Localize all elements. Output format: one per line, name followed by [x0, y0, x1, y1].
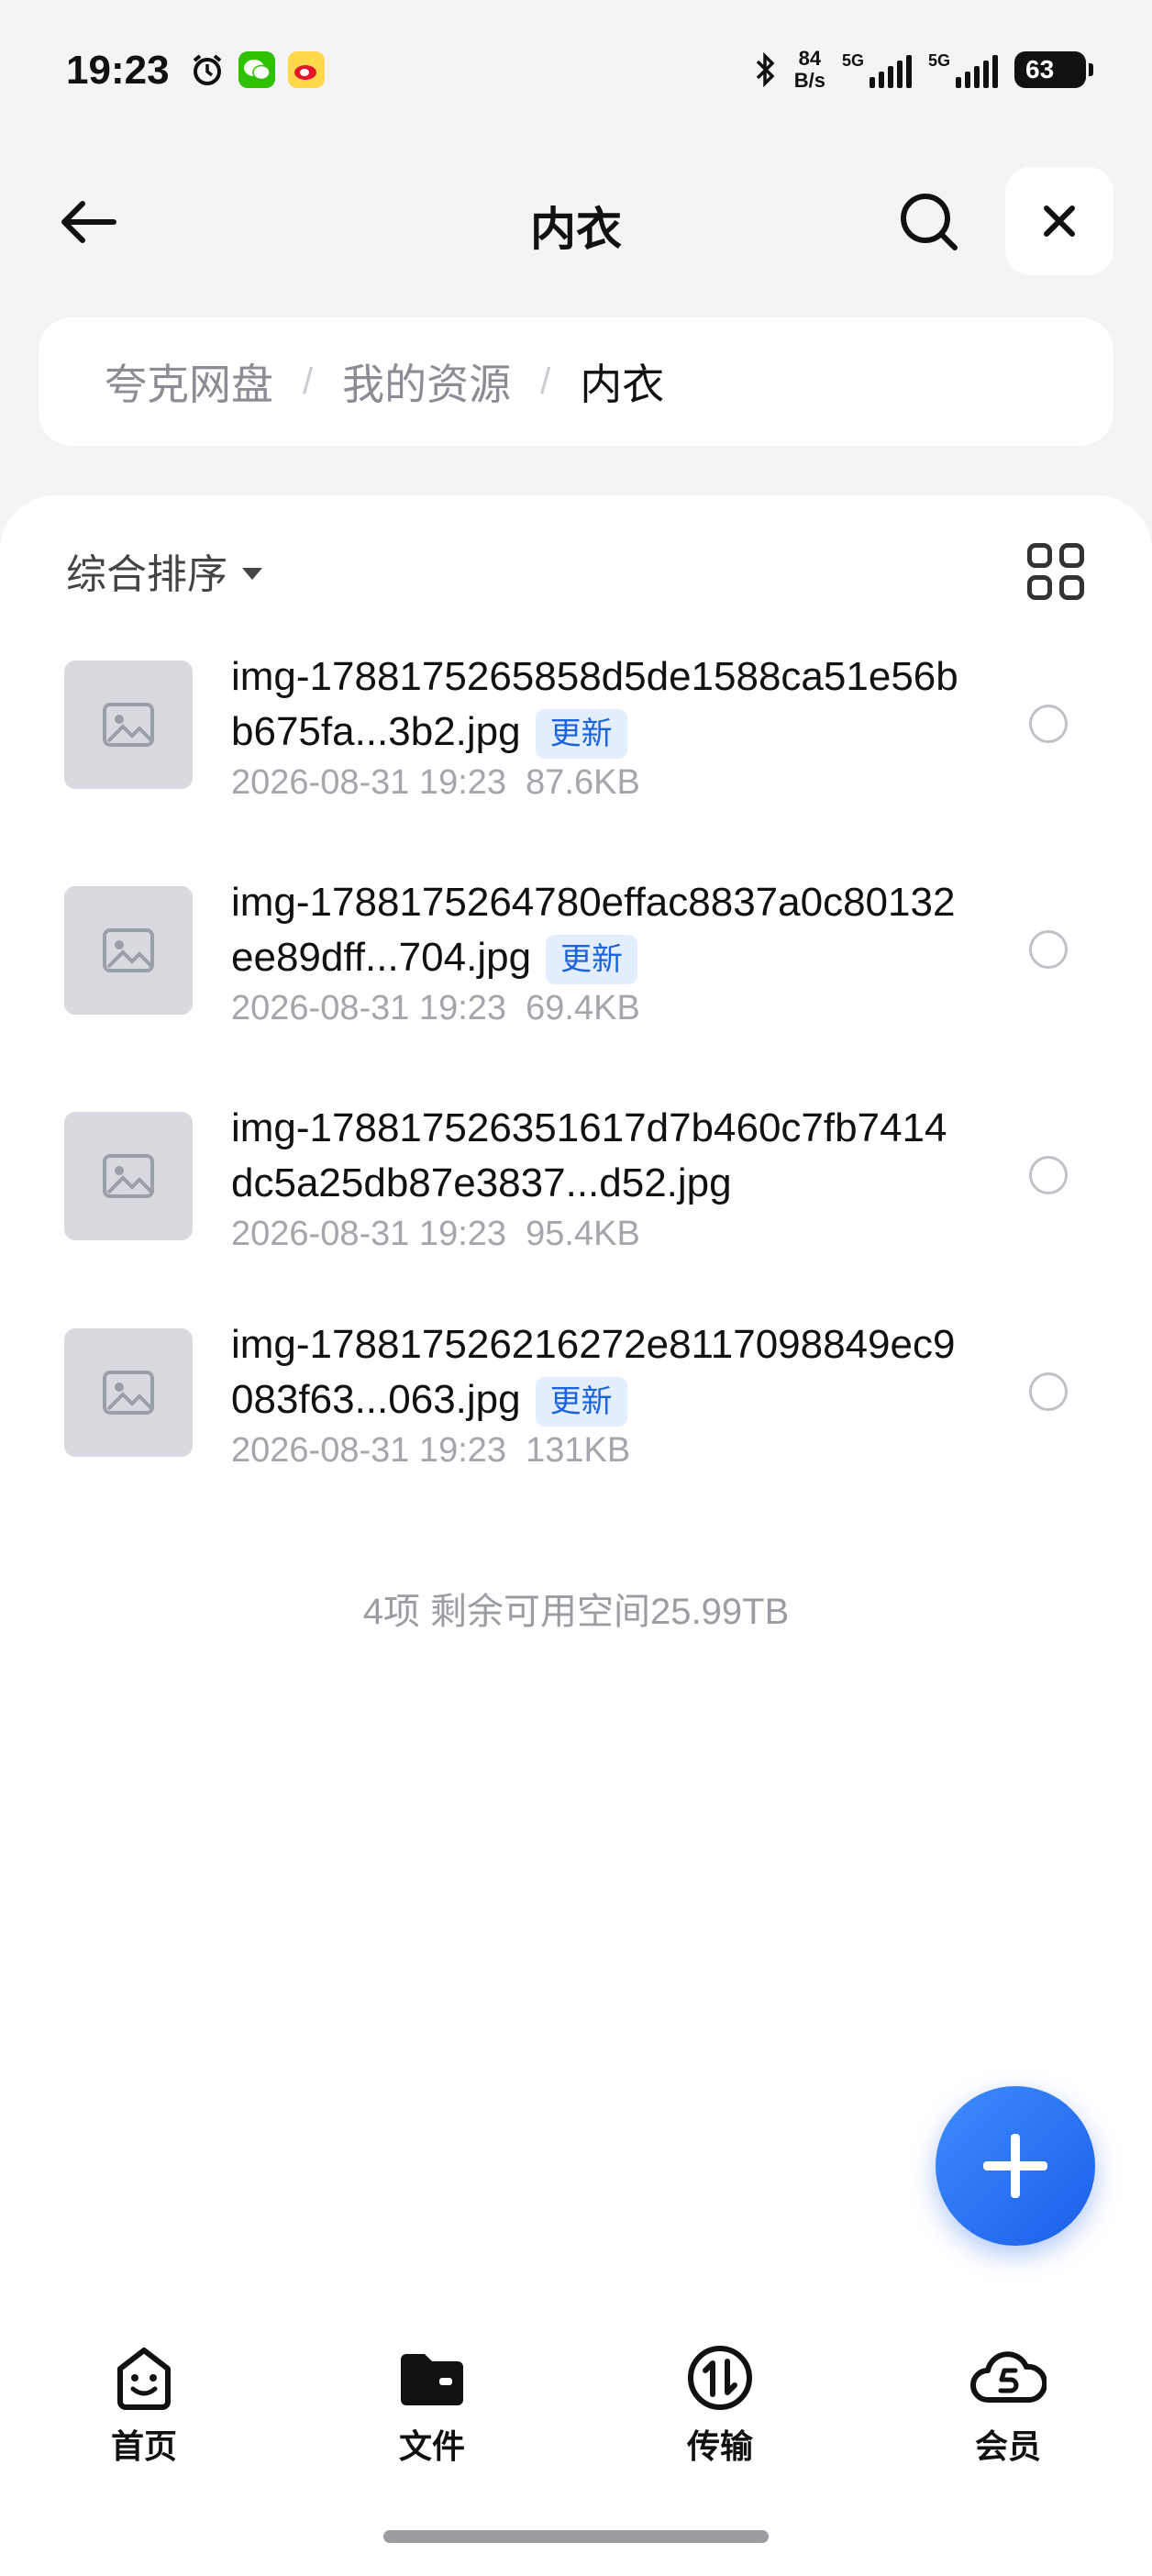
select-checkbox[interactable] — [1029, 930, 1068, 969]
file-list-panel: 综合排序 img-1788175265858d5de1588ca51e56bb6… — [0, 495, 1152, 2576]
file-name: img-1788175264780effac8837a0c80132ee89df… — [231, 875, 965, 985]
sort-label: 综合排序 — [66, 552, 227, 597]
file-date: 2026-08-31 19:23 — [231, 1431, 507, 1470]
back-button[interactable] — [46, 185, 128, 259]
close-button[interactable] — [1005, 167, 1113, 275]
breadcrumb-separator: / — [303, 361, 314, 402]
home-indicator[interactable] — [383, 2530, 769, 2543]
status-time: 19:23 — [66, 48, 170, 93]
file-meta: 2026-08-31 19:23 87.6KB — [231, 763, 640, 803]
file-name: img-178817526216272e8117098849ec9083f63.… — [231, 1317, 965, 1427]
search-icon — [901, 194, 958, 250]
wechat-icon — [238, 51, 275, 88]
nav-home-label: 首页 — [110, 2427, 177, 2465]
weibo-icon — [288, 51, 325, 88]
status-bar: 19:23 84 B/s 5G 5G 63 — [0, 0, 1152, 147]
file-date: 2026-08-31 19:23 — [231, 989, 507, 1027]
nav-member[interactable]: 会员 — [864, 2330, 1152, 2486]
select-checkbox[interactable] — [1029, 1372, 1068, 1411]
close-icon — [1044, 205, 1075, 237]
file-size: 95.4KB — [526, 1215, 640, 1253]
file-meta: 2026-08-31 19:23 131KB — [231, 1431, 630, 1471]
select-checkbox[interactable] — [1029, 705, 1068, 743]
status-system-icons: 84 B/s 5G 5G 63 — [754, 48, 1093, 92]
image-icon — [103, 1154, 154, 1198]
file-thumbnail-placeholder — [64, 886, 193, 1015]
page-title: 内衣 — [530, 204, 622, 255]
image-icon — [103, 928, 154, 972]
signal-1-icon: 5G — [842, 51, 912, 88]
home-face-icon — [105, 2339, 183, 2416]
nav-transfer-label: 传输 — [686, 2427, 753, 2465]
grid-view-toggle[interactable] — [1027, 543, 1084, 600]
file-thumbnail-placeholder — [64, 1328, 193, 1457]
status-notification-icons — [189, 51, 325, 88]
search-button[interactable] — [890, 185, 969, 259]
image-icon — [103, 703, 154, 747]
nav-transfer[interactable]: 传输 — [576, 2330, 864, 2486]
breadcrumb-root[interactable]: 夸克网盘 — [105, 351, 273, 412]
breadcrumb: 夸克网盘 / 我的资源 / 内衣 — [39, 317, 1113, 446]
select-checkbox[interactable] — [1029, 1156, 1068, 1194]
nav-home[interactable]: 首页 — [0, 2330, 288, 2486]
file-date: 2026-08-31 19:23 — [231, 1215, 507, 1253]
breadcrumb-current: 内衣 — [580, 361, 665, 408]
breadcrumb-my-resources[interactable]: 我的资源 — [342, 351, 511, 412]
network-speed-unit: B/s — [793, 69, 825, 92]
file-date: 2026-08-31 19:23 — [231, 763, 507, 802]
file-size: 87.6KB — [526, 763, 640, 802]
nav-files-label: 文件 — [398, 2427, 465, 2465]
network-speed: 84 B/s — [794, 48, 825, 92]
nav-files[interactable]: 文件 — [288, 2330, 576, 2486]
caret-down-icon — [242, 567, 262, 580]
cloud-member-icon — [969, 2339, 1047, 2416]
update-badge: 更新 — [535, 709, 627, 760]
update-badge: 更新 — [535, 1377, 627, 1427]
file-list: img-1788175265858d5de1588ca51e56bb675fa.… — [0, 654, 1152, 1554]
add-button[interactable] — [936, 2086, 1095, 2246]
bottom-nav: 首页 文件 传输 会员 — [0, 2330, 1152, 2486]
transfer-icon — [681, 2339, 759, 2416]
battery-indicator: 63 — [1014, 51, 1093, 88]
sort-dropdown[interactable]: 综合排序 — [66, 541, 262, 600]
file-size: 131KB — [526, 1431, 631, 1470]
file-row[interactable]: img-1788175265858d5de1588ca51e56bb675fa.… — [0, 654, 1152, 886]
grid-view-icon — [1027, 543, 1052, 568]
file-name: img-178817526351617d7b460c7fb7414dc5a25d… — [231, 1105, 947, 1205]
nav-member-label: 会员 — [974, 2427, 1041, 2465]
breadcrumb-separator: / — [540, 361, 551, 402]
storage-summary: 4项 剩余可用空间25.99TB — [362, 1592, 790, 1632]
file-row[interactable]: img-178817526216272e8117098849ec9083f63.… — [0, 1322, 1152, 1554]
bluetooth-icon — [756, 51, 775, 88]
file-row[interactable]: img-178817526351617d7b460c7fb7414dc5a25d… — [0, 1105, 1152, 1328]
file-meta: 2026-08-31 19:23 69.4KB — [231, 989, 640, 1028]
battery-level: 63 — [1025, 55, 1055, 83]
file-size: 69.4KB — [526, 989, 640, 1027]
signal-2-icon: 5G — [928, 51, 998, 88]
file-thumbnail-placeholder — [64, 1112, 193, 1240]
image-icon — [103, 1371, 154, 1415]
file-name: img-1788175265858d5de1588ca51e56bb675fa.… — [231, 650, 965, 760]
update-badge: 更新 — [546, 935, 638, 985]
alarm-icon — [189, 51, 226, 88]
file-thumbnail-placeholder — [64, 661, 193, 789]
file-meta: 2026-08-31 19:23 95.4KB — [231, 1215, 640, 1254]
network-speed-value: 84 — [798, 47, 822, 70]
folder-icon — [393, 2339, 471, 2416]
arrow-left-icon — [61, 201, 116, 243]
file-row[interactable]: img-1788175264780effac8837a0c80132ee89df… — [0, 880, 1152, 1112]
header: 内衣 — [0, 165, 1152, 275]
